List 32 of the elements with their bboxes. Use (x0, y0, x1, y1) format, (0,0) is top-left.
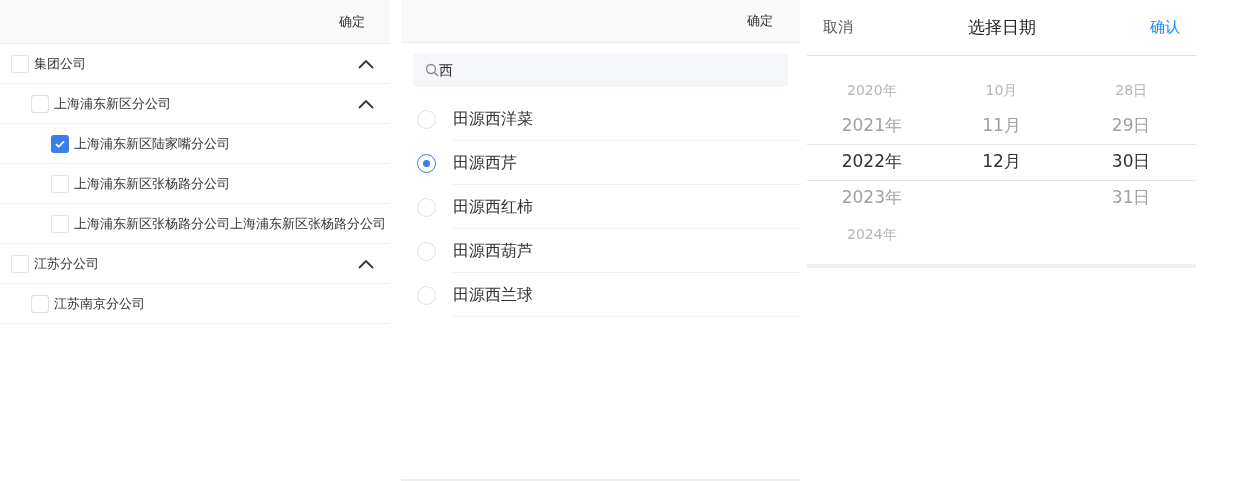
tree-item-label[interactable]: 上海浦东新区陆家嘴分公司 (74, 133, 230, 154)
cancel-button[interactable]: 取消 (823, 16, 853, 39)
checkbox[interactable] (31, 294, 49, 313)
option-label[interactable]: 田源西葫芦 (453, 229, 800, 273)
picker-option[interactable]: 30日 (1111, 144, 1151, 180)
tree-item-label[interactable]: 上海浦东新区张杨路分公司上海浦东新区张杨路分公司 (74, 213, 386, 234)
tree-item-label[interactable]: 江苏分公司 (34, 253, 99, 274)
option-label[interactable]: 田源西芹 (453, 141, 800, 185)
tree-item-label[interactable]: 江苏南京分公司 (54, 293, 145, 314)
picker-title: 选择日期 (967, 15, 1036, 39)
search-icon (425, 63, 439, 77)
picker-option[interactable]: 12月 (982, 144, 1021, 180)
tree-item-label[interactable]: 集团公司 (34, 53, 86, 74)
chevron-icon[interactable] (358, 258, 374, 269)
tree-item-label[interactable]: 上海浦东新区张杨路分公司 (74, 173, 230, 194)
checkbox[interactable] (51, 214, 69, 233)
confirm-button[interactable]: 确定 (339, 11, 365, 32)
chevron-icon[interactable] (358, 98, 374, 109)
chevron-icon[interactable] (358, 58, 374, 69)
tree-item-label[interactable]: 上海浦东新区分公司 (54, 93, 171, 114)
picker-option[interactable]: 2022年 (841, 144, 902, 180)
confirm-button[interactable]: 确定 (747, 11, 773, 31)
search-field[interactable]: 西 (413, 53, 788, 87)
option-label[interactable]: 田源西兰球 (453, 273, 800, 317)
checkbox[interactable] (11, 254, 29, 273)
checkbox[interactable] (11, 54, 29, 73)
option-label[interactable]: 田源西洋菜 (453, 97, 800, 141)
checkbox[interactable] (51, 134, 69, 153)
checkbox[interactable] (51, 174, 69, 193)
checkbox[interactable] (31, 94, 49, 113)
confirm-button[interactable]: 确认 (1150, 16, 1180, 39)
option-label[interactable]: 田源西红柿 (453, 185, 800, 229)
